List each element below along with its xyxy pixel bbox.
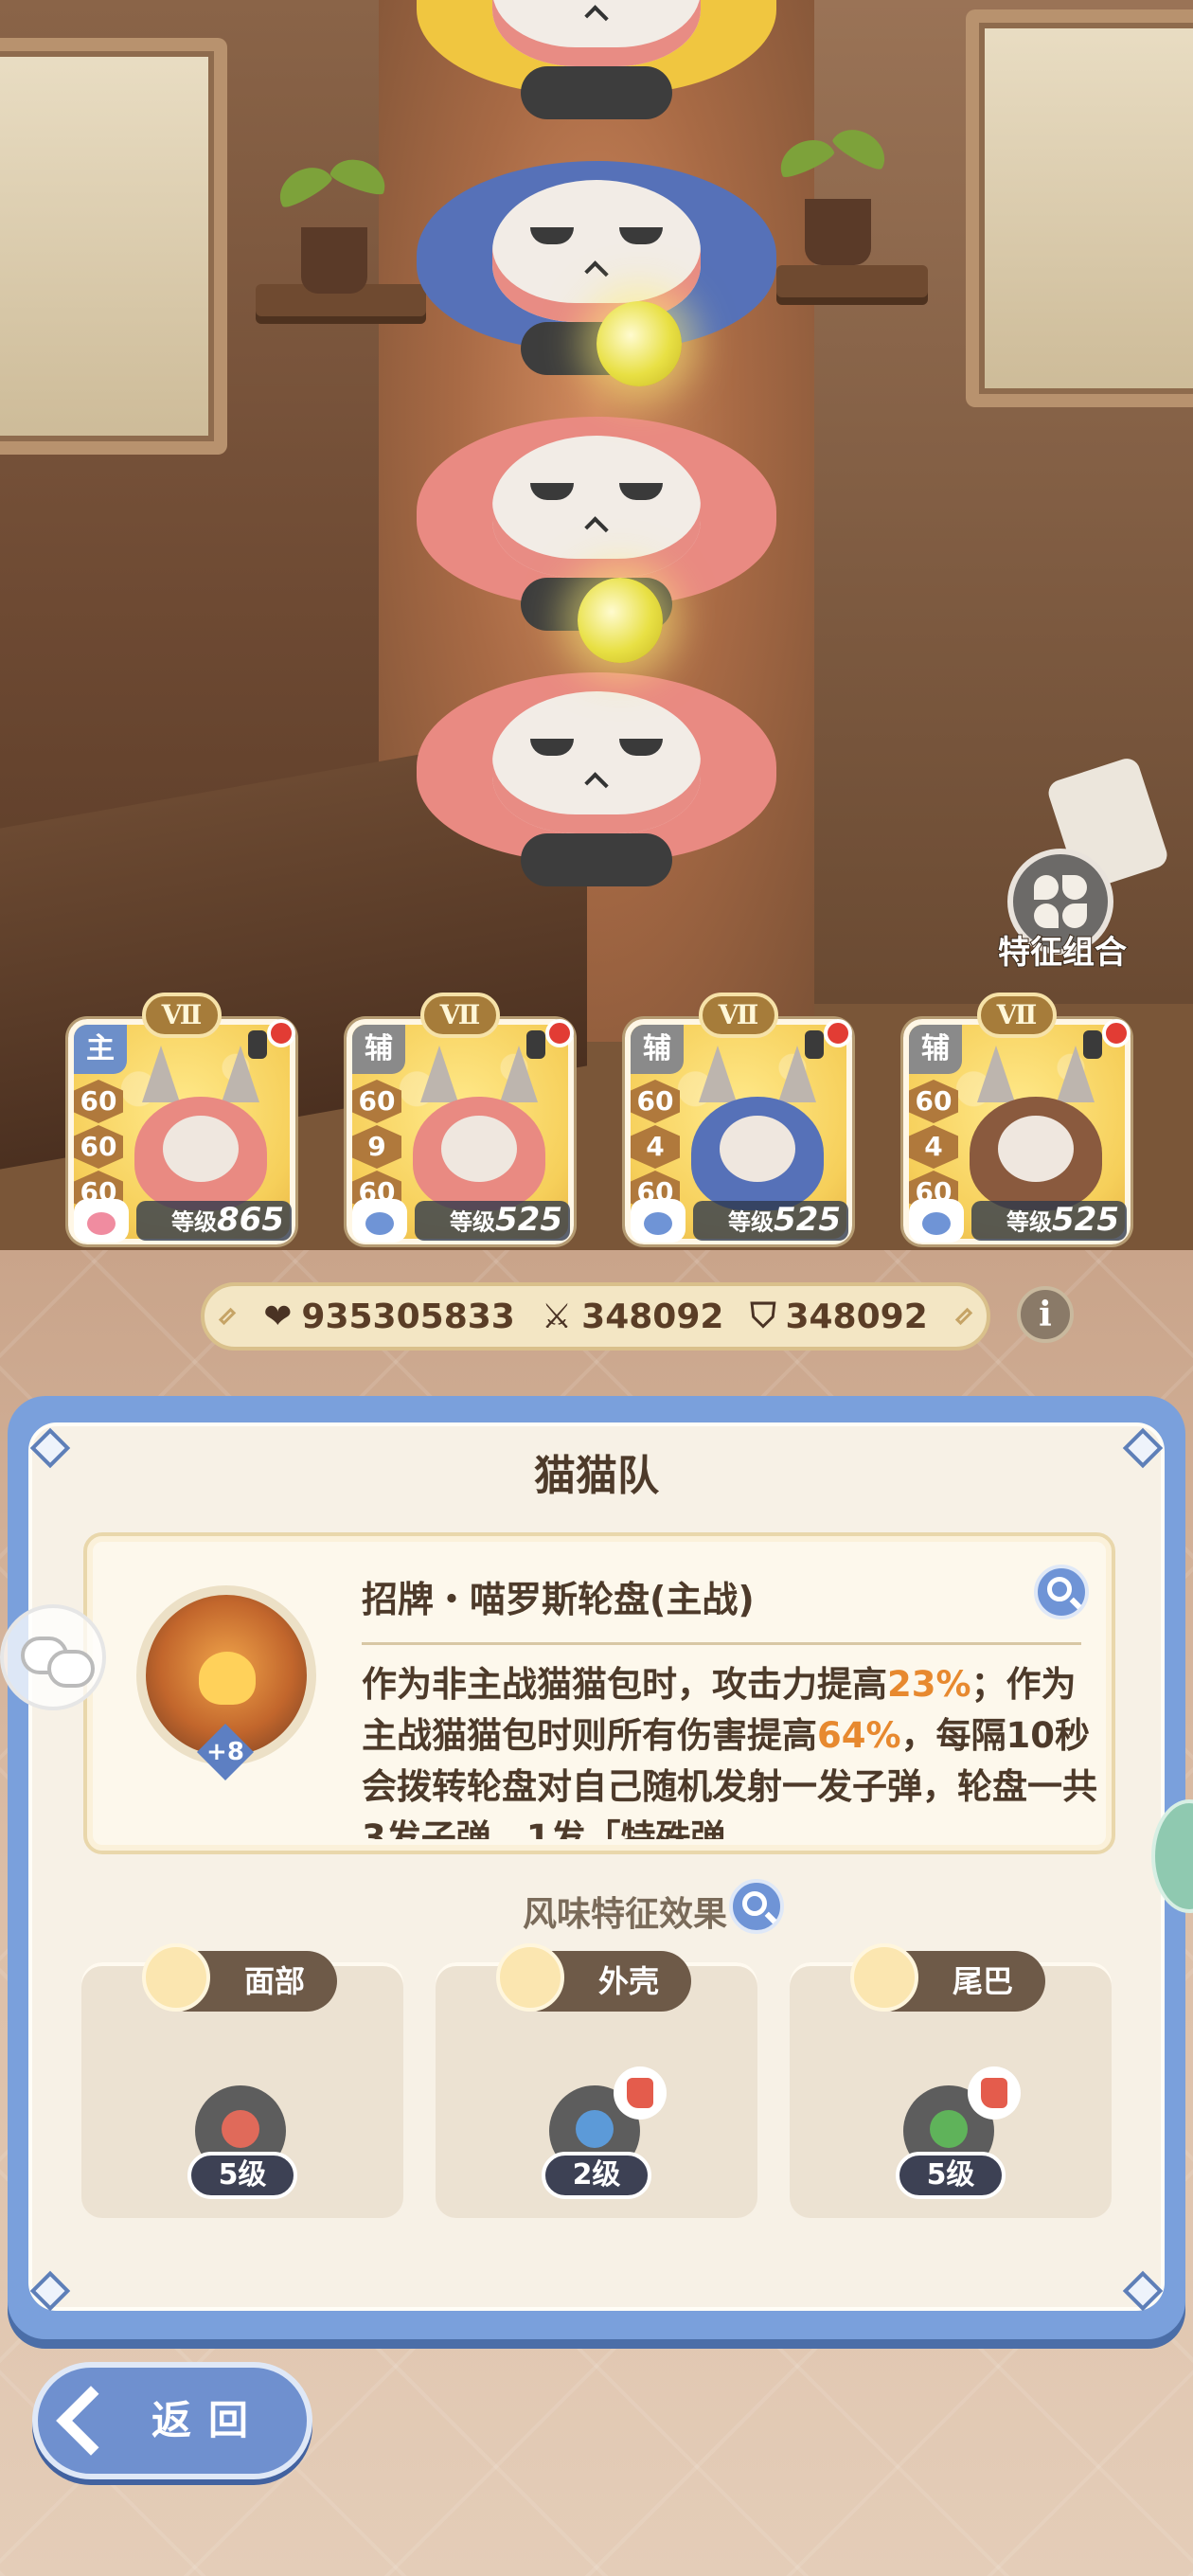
stacked-cat-4 bbox=[407, 653, 786, 886]
info-button[interactable]: i bbox=[1017, 1286, 1074, 1343]
cat-card-support-2[interactable]: Ⅶ 辅 60 4 60 等级525 bbox=[625, 993, 852, 1244]
plant-pot-left bbox=[301, 227, 367, 294]
shell-icon bbox=[496, 1943, 564, 2012]
game-scene: 特征组合 Ⅶ 主 60 60 60 等级865 Ⅶ 辅 60 9 60 等级52… bbox=[0, 0, 1193, 2576]
cat-portrait bbox=[134, 1097, 267, 1210]
trait-level: 2级 bbox=[542, 2152, 651, 2199]
level-label: 等级865 bbox=[136, 1201, 292, 1241]
role-badge: 辅 bbox=[909, 1025, 962, 1074]
skill-box: +8 招牌・喵罗斯轮盘(主战) 作为非主战猫猫包时，攻击力提高23%；作为主战猫… bbox=[83, 1532, 1115, 1854]
cat-portrait bbox=[413, 1097, 545, 1210]
flag-icon bbox=[248, 1030, 267, 1059]
cat-ears bbox=[691, 1046, 824, 1102]
chat-button[interactable] bbox=[0, 1604, 106, 1710]
diamond-deco-icon bbox=[218, 1307, 237, 1326]
stat-hex: 60 bbox=[74, 1080, 123, 1123]
attack-stat: ⚔ 348092 bbox=[541, 1297, 724, 1336]
thumbs-up-icon bbox=[968, 2066, 1021, 2120]
stat-list: 60 60 60 bbox=[74, 1080, 123, 1216]
panel-title: 猫猫队 bbox=[534, 1452, 659, 1500]
notification-dot bbox=[267, 1019, 295, 1047]
trait-level: 5级 bbox=[896, 2152, 1006, 2199]
flag-icon bbox=[1083, 1030, 1102, 1059]
clover-icon bbox=[1032, 873, 1089, 930]
divider bbox=[362, 1642, 1081, 1645]
stat-list: 60 4 60 bbox=[631, 1080, 680, 1216]
notification-dot bbox=[824, 1019, 852, 1047]
stat-hex: 60 bbox=[352, 1080, 401, 1123]
magnifier-icon bbox=[742, 1891, 767, 1916]
stat-hex: 60 bbox=[74, 1125, 123, 1169]
back-arrow-icon bbox=[56, 2386, 126, 2456]
role-badge: 主 bbox=[74, 1025, 127, 1074]
role-badge: 辅 bbox=[352, 1025, 405, 1074]
defense-stat: ⛉ 348092 bbox=[750, 1297, 928, 1336]
role-badge: 辅 bbox=[631, 1025, 684, 1074]
team-panel: 猫猫队 +8 招牌・喵罗斯轮盘(主战) 作为非主战猫猫包时，攻击力提高23%；作… bbox=[8, 1396, 1185, 2339]
cat-ears bbox=[970, 1046, 1102, 1102]
paw-icon bbox=[74, 1199, 129, 1243]
cat-card-support-3[interactable]: Ⅶ 辅 60 4 60 等级525 bbox=[903, 993, 1131, 1244]
rank-badge: Ⅶ bbox=[142, 993, 222, 1038]
level-label: 等级525 bbox=[415, 1201, 570, 1241]
skill-zoom-button[interactable] bbox=[1034, 1565, 1089, 1619]
stat-hex: 60 bbox=[631, 1080, 680, 1123]
stat-list: 60 9 60 bbox=[352, 1080, 401, 1216]
flag-icon bbox=[805, 1030, 824, 1059]
trait-level: 5级 bbox=[187, 2152, 297, 2199]
stat-hex: 4 bbox=[631, 1125, 680, 1169]
back-button[interactable]: 返回 bbox=[32, 2362, 312, 2479]
window-right bbox=[966, 9, 1193, 407]
notification-dot bbox=[545, 1019, 574, 1047]
cat-portrait bbox=[691, 1097, 824, 1210]
glow-orb bbox=[596, 301, 682, 386]
cat-ears bbox=[134, 1046, 267, 1102]
trait-combo-label: 特征组合 bbox=[997, 933, 1128, 973]
skill-description[interactable]: 作为非主战猫猫包时，攻击力提高23%；作为主战猫猫包时则所有伤害提高64%，每隔… bbox=[362, 1659, 1100, 1839]
face-icon bbox=[142, 1943, 210, 2012]
shield-icon: ⛉ bbox=[750, 1297, 776, 1335]
stat-hex: 4 bbox=[909, 1125, 958, 1169]
flavor-zoom-button[interactable] bbox=[729, 1879, 784, 1934]
paw-icon bbox=[631, 1199, 686, 1243]
shelf-right bbox=[776, 265, 928, 297]
rank-badge: Ⅶ bbox=[420, 993, 500, 1038]
cat-ears bbox=[413, 1046, 545, 1102]
crossed-swords-icon: ⚔ bbox=[541, 1297, 573, 1336]
window-left bbox=[0, 38, 227, 455]
thumbs-up-icon bbox=[614, 2066, 667, 2120]
skill-name: 招牌・喵罗斯轮盘(主战) bbox=[362, 1579, 755, 1620]
hp-stat: ❤ 935305833 bbox=[263, 1297, 515, 1336]
magnifier-icon bbox=[1047, 1577, 1072, 1601]
heart-icon: ❤ bbox=[263, 1297, 293, 1336]
cat-card-main[interactable]: Ⅶ 主 60 60 60 等级865 bbox=[68, 993, 295, 1244]
paw-icon bbox=[909, 1199, 964, 1243]
stat-hex: 60 bbox=[909, 1080, 958, 1123]
stat-hex: 9 bbox=[352, 1125, 401, 1169]
notification-dot bbox=[1102, 1019, 1131, 1047]
flag-icon bbox=[526, 1030, 545, 1059]
trait-card-tail[interactable]: 尾巴 5级 bbox=[790, 1943, 1112, 2218]
rank-badge: Ⅶ bbox=[699, 993, 778, 1038]
paw-icon bbox=[352, 1199, 407, 1243]
glow-orb bbox=[578, 578, 663, 663]
cat-card-support-1[interactable]: Ⅶ 辅 60 9 60 等级525 bbox=[347, 993, 574, 1244]
team-stats-bar: ❤ 935305833 ⚔ 348092 ⛉ 348092 bbox=[201, 1282, 990, 1351]
stat-list: 60 4 60 bbox=[909, 1080, 958, 1216]
diamond-deco-icon bbox=[954, 1307, 973, 1326]
level-label: 等级525 bbox=[971, 1201, 1127, 1241]
tail-icon bbox=[850, 1943, 918, 2012]
stacked-cat-1 bbox=[407, 0, 786, 119]
back-label: 返回 bbox=[151, 2397, 266, 2443]
plant-pot-right bbox=[805, 199, 871, 265]
cat-portrait bbox=[970, 1097, 1102, 1210]
trait-card-face[interactable]: 面部 5级 bbox=[81, 1943, 403, 2218]
level-label: 等级525 bbox=[693, 1201, 848, 1241]
trait-card-shell[interactable]: 外壳 2级 bbox=[436, 1943, 757, 2218]
rank-badge: Ⅶ bbox=[977, 993, 1057, 1038]
flavor-traits-title: 风味特征效果 bbox=[522, 1895, 727, 1934]
